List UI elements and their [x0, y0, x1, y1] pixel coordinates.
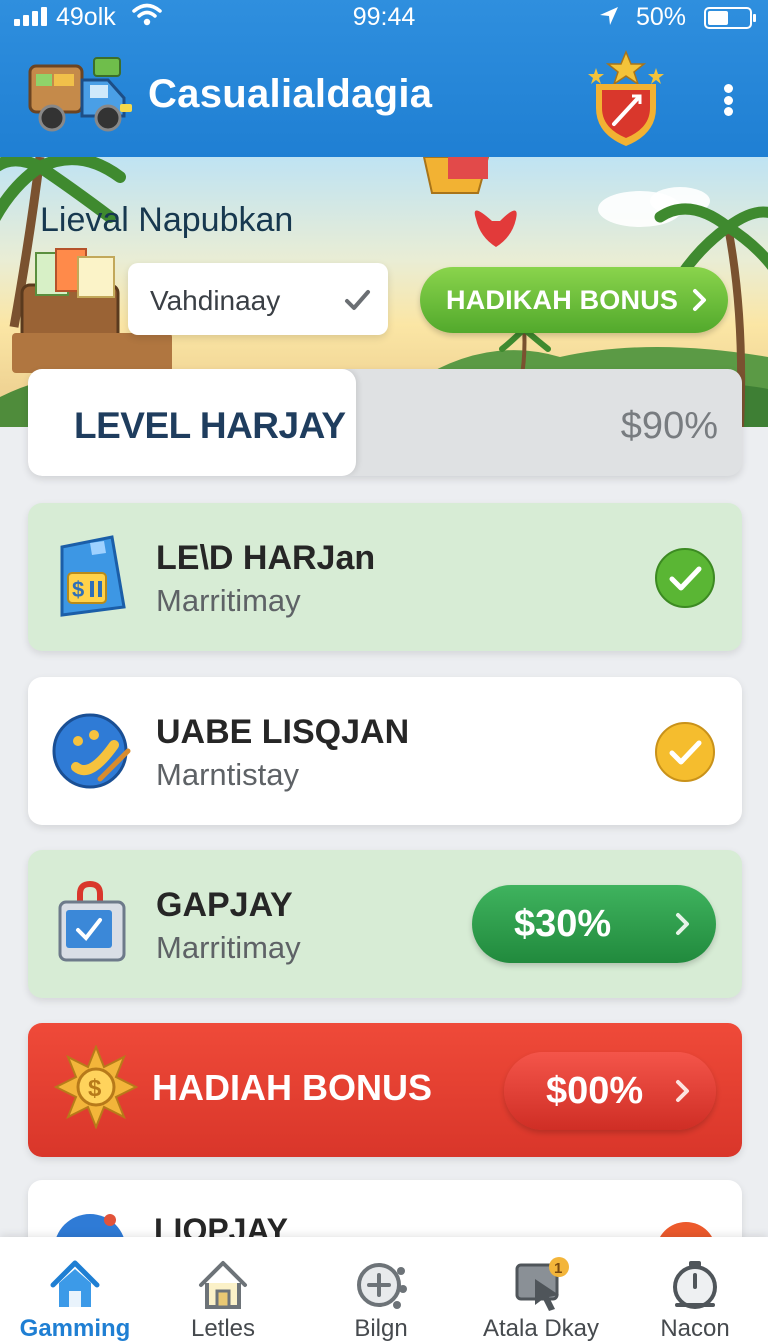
svg-text:$: $ [72, 577, 84, 602]
list-item[interactable]: UABE LISQJAN Marntistay [28, 677, 742, 825]
globe-icon [52, 713, 131, 789]
nav-nacon[interactable]: Nacon [620, 1237, 768, 1344]
svg-text:$: $ [88, 1075, 102, 1102]
hero-title: Lieval Napubkan [40, 201, 294, 239]
shield-badge-icon[interactable] [586, 50, 666, 148]
card-title: UABE LISQJAN [156, 713, 410, 751]
hadikah-bonus-label: HADIKAH BONUS [446, 285, 679, 315]
locked-box-icon [58, 880, 126, 962]
app-header: 49olk 99:44 50% Casualialdagia [0, 0, 768, 157]
stopwatch-icon [673, 1261, 717, 1309]
chevron-right-icon [676, 1080, 689, 1102]
yellow-check-icon [655, 722, 715, 782]
card-subtitle: Marntistay [156, 757, 299, 792]
list-item[interactable]: GAPJAY Marritimay $30% [28, 850, 742, 998]
bonus-claim-button[interactable]: $00% [504, 1052, 716, 1130]
level-percent: $90% [620, 405, 718, 447]
cursor-screen-icon: 1 [515, 1257, 569, 1311]
notification-badge: 1 [554, 1260, 562, 1277]
bonus-title: HADIAH BONUS [152, 1067, 433, 1108]
card-title: GAPJAY [156, 886, 293, 924]
nav-letles[interactable]: Letles [148, 1237, 298, 1344]
coin-card-icon: $ [60, 535, 126, 617]
home-icon [50, 1260, 100, 1307]
gapjay-button[interactable]: $30% [472, 885, 716, 963]
green-check-icon [655, 548, 715, 608]
nav-atala-dkay[interactable]: 1 Atala Dkay [466, 1237, 616, 1344]
hero-field-value: Vahdinaay [150, 285, 281, 316]
level-title: LEVEL HARJAY [74, 405, 346, 446]
app-title: Casualialdagia [148, 72, 433, 116]
hero-input-field[interactable]: Vahdinaay [128, 263, 388, 335]
card-subtitle: Marritimay [156, 583, 301, 618]
nav-label: Letles [190, 1315, 256, 1342]
bonus-button-label: $00% [546, 1070, 644, 1112]
nav-bilgn[interactable]: Bilgn [306, 1237, 456, 1344]
bottom-nav: Gamming Letles Bilgn 1 Atala Dkay Nacon [0, 1237, 768, 1344]
nav-gamming[interactable]: Gamming [0, 1237, 150, 1344]
location-arrow-icon [600, 7, 618, 25]
list-item[interactable]: $ LE\D HARJan Marritimay [28, 503, 742, 651]
chevron-right-icon [693, 289, 706, 311]
delivery-truck-icon [28, 57, 132, 132]
card-title: LE\D HARJan [156, 539, 376, 577]
status-bar: 49olk 99:44 50% [0, 0, 768, 36]
card-subtitle: Marritimay [156, 930, 301, 965]
add-target-icon [357, 1263, 407, 1309]
chevron-right-icon [676, 913, 689, 935]
level-progress-card[interactable]: LEVEL HARJAY $90% [28, 369, 742, 476]
gold-sun-coin-icon: $ [54, 1045, 138, 1129]
nav-label: Gamming [19, 1315, 131, 1342]
gapjay-button-label: $30% [514, 903, 612, 945]
hadikah-bonus-button[interactable]: HADIKAH BONUS [420, 267, 728, 333]
check-icon [345, 290, 370, 310]
battery-percent: 50% [636, 3, 687, 31]
nav-label: Atala Dkay [482, 1315, 600, 1342]
house-outline-icon [199, 1261, 247, 1309]
nav-label: Bilgn [354, 1315, 408, 1342]
kebab-menu-icon[interactable] [712, 80, 744, 120]
nav-label: Nacon [660, 1315, 730, 1342]
battery-icon [704, 7, 756, 29]
hadiah-bonus-card[interactable]: $ HADIAH BONUS $00% [28, 1023, 742, 1157]
